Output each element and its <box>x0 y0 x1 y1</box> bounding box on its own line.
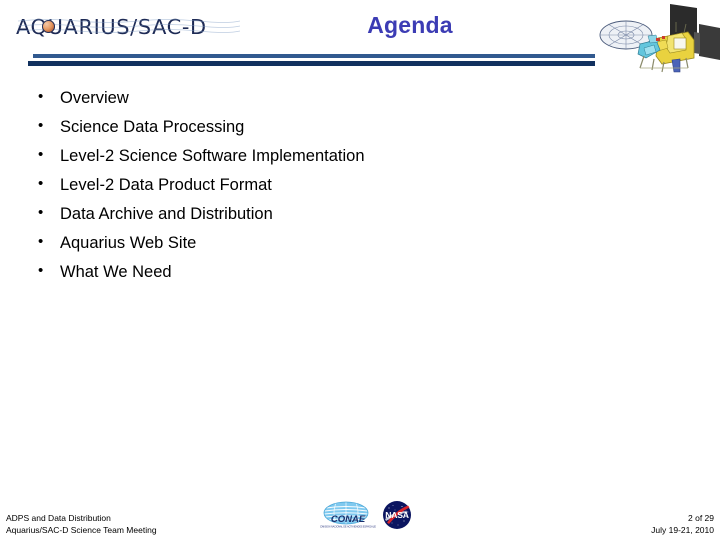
bullet-icon: • <box>38 262 44 279</box>
conae-logo-sublabel: COMISION NACIONAL DE ACTIVIDADES ESPACIA… <box>320 526 376 529</box>
list-item: • Level-2 Data Product Format <box>0 175 560 204</box>
presentation-date: July 19-21, 2010 <box>651 525 714 535</box>
agenda-item-label: Overview <box>60 89 129 107</box>
nasa-logo-label: NASA <box>385 510 409 520</box>
bullet-icon: • <box>38 204 44 221</box>
footer-meeting-info: ADPS and Data Distribution Aquarius/SAC-… <box>6 512 157 536</box>
footer-line-2: Aquarius/SAC-D Science Team Meeting <box>6 525 157 535</box>
satellite-icon <box>599 4 720 73</box>
list-item: • Aquarius Web Site <box>0 233 560 262</box>
list-item: • Overview <box>0 88 560 117</box>
bullet-icon: • <box>38 117 44 134</box>
agenda-item-label: What We Need <box>60 263 172 281</box>
agenda-item-label: Data Archive and Distribution <box>60 205 273 223</box>
bullet-icon: • <box>38 88 44 105</box>
page-number: 2 of 29 <box>688 513 714 523</box>
list-item: • Level-2 Science Software Implementatio… <box>0 146 560 175</box>
bullet-icon: • <box>38 146 44 163</box>
conae-logo: CONAE COMISION NACIONAL DE ACTIVIDADES E… <box>320 501 376 529</box>
footer-page-info: 2 of 29 July 19-21, 2010 <box>651 512 714 536</box>
list-item: • What We Need <box>0 262 560 291</box>
agenda-bullet-list: • Overview • Science Data Processing • L… <box>0 88 560 291</box>
bullet-icon: • <box>38 233 44 250</box>
agenda-item-label: Science Data Processing <box>60 118 245 136</box>
header-divider-bottom <box>28 61 595 66</box>
agenda-item-label: Level-2 Science Software Implementation <box>60 147 365 165</box>
header-divider-top <box>33 54 595 58</box>
list-item: • Data Archive and Distribution <box>0 204 560 233</box>
footer-logo-group: CONAE COMISION NACIONAL DE ACTIVIDADES E… <box>320 498 424 532</box>
page-title: Agenda <box>367 12 453 38</box>
list-item: • Science Data Processing <box>0 117 560 146</box>
slide-header: AQUARIUS/SAC-D Agenda <box>0 0 720 78</box>
footer-line-1: ADPS and Data Distribution <box>6 513 111 523</box>
globe-icon <box>42 20 55 33</box>
aquarius-sacd-logo: AQUARIUS/SAC-D <box>16 12 246 42</box>
bullet-icon: • <box>38 175 44 192</box>
agenda-item-label: Aquarius Web Site <box>60 234 197 252</box>
nasa-logo: NASA <box>383 501 411 529</box>
conae-logo-label: CONAE <box>331 514 366 525</box>
agenda-item-label: Level-2 Data Product Format <box>60 176 272 194</box>
